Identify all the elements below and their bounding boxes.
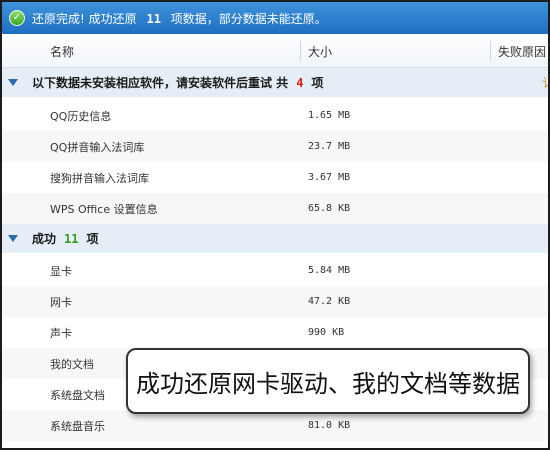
item-name: 声卡: [50, 326, 72, 340]
item-name: QQ历史信息: [50, 109, 112, 123]
group-label-text: 以下数据未安装相应软件，请安装软件后重试 共: [32, 76, 289, 90]
status-prefix: 还原完成! 成功还原: [32, 11, 137, 26]
item-size: 1.65 MB: [308, 110, 351, 121]
column-name-header[interactable]: 名称: [50, 35, 74, 67]
caption-callout: 成功还原网卡驱动、我的文档等数据: [126, 348, 530, 414]
status-bar: ✓ 还原完成! 成功还原 11 项数据，部分数据未能还原。: [2, 2, 548, 34]
item-size: 5.84 MB: [308, 265, 351, 276]
group-count: 11: [64, 231, 79, 246]
group-label: 以下数据未安装相应软件，请安装软件后重试 共 4 项: [32, 68, 323, 97]
list-item[interactable]: 网卡 47.2 KB: [2, 286, 548, 317]
column-header: 名称 大小 失败原因: [2, 35, 548, 68]
status-message: 还原完成! 成功还原 11 项数据，部分数据未能还原。: [32, 10, 327, 27]
group-label: 成功 11 项: [32, 224, 98, 253]
item-size: 65.8 KB: [308, 203, 351, 214]
item-size: 990 KB: [308, 327, 345, 338]
list-item[interactable]: QQ历史信息 1.65 MB: [2, 100, 548, 131]
group-header-success[interactable]: 成功 11 项: [2, 224, 548, 253]
group-unit: 项: [86, 232, 99, 246]
column-divider[interactable]: [300, 41, 301, 61]
list-item[interactable]: 搜狗拼音输入法词库 3.67 MB: [2, 162, 548, 193]
truncated-reason-text: 讠: [542, 68, 548, 97]
item-size: 47.2 KB: [308, 296, 351, 307]
check-circle-icon: ✓: [9, 10, 25, 26]
list-item[interactable]: QQ拼音输入法词库 23.7 MB: [2, 131, 548, 162]
column-reason-header[interactable]: 失败原因: [498, 35, 546, 67]
item-name: 系统盘音乐: [50, 419, 105, 433]
restore-result-window: ✓ 还原完成! 成功还原 11 项数据，部分数据未能还原。 名称 大小 失败原因…: [0, 0, 550, 450]
item-size: 81.0 KB: [308, 420, 351, 431]
group-unit: 项: [311, 76, 324, 90]
list-item[interactable]: 声卡 990 KB: [2, 317, 548, 348]
list-item[interactable]: WPS Office 设置信息 65.8 KB: [2, 193, 548, 224]
item-name: WPS Office 设置信息: [50, 202, 158, 216]
column-size-header[interactable]: 大小: [308, 35, 332, 67]
status-suffix: 项数据，部分数据未能还原。: [170, 11, 327, 26]
status-count: 11: [146, 11, 161, 26]
item-size: 3.67 MB: [308, 172, 351, 183]
item-name: 显卡: [50, 264, 72, 278]
group-header-not-installed[interactable]: 以下数据未安装相应软件，请安装软件后重试 共 4 项 讠: [2, 68, 548, 97]
item-size: 23.7 MB: [308, 141, 351, 152]
group-count: 4: [296, 75, 304, 90]
item-name: 我的文档: [50, 357, 94, 371]
item-name: QQ拼音输入法词库: [50, 140, 145, 154]
collapse-triangle-icon[interactable]: [8, 79, 18, 86]
column-divider[interactable]: [490, 41, 491, 61]
item-name: 搜狗拼音输入法词库: [50, 171, 149, 185]
group-label-text: 成功: [32, 232, 57, 246]
item-name: 系统盘文档: [50, 388, 105, 402]
list-item[interactable]: 显卡 5.84 MB: [2, 255, 548, 286]
collapse-triangle-icon[interactable]: [8, 235, 18, 242]
list-item[interactable]: 系统盘音乐 81.0 KB: [2, 410, 548, 441]
item-name: 网卡: [50, 295, 72, 309]
